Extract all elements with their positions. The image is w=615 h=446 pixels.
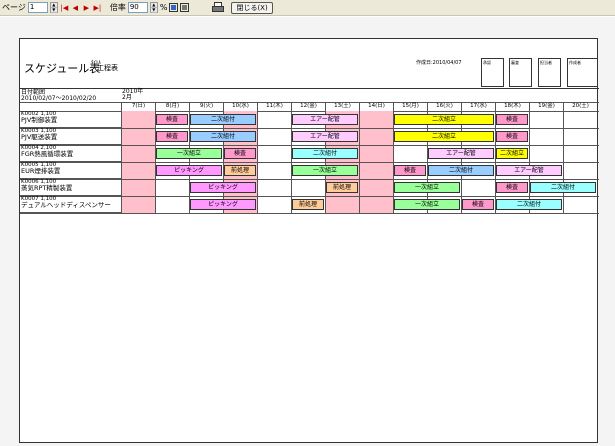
row-label: K0005 1,100 EUR煙排装置 <box>20 162 121 179</box>
item-name: FGR熱風循環装置 <box>21 150 74 158</box>
day-header: 18(木) <box>495 102 529 110</box>
task-bar[interactable]: 二次組付 <box>428 165 494 176</box>
task-bar[interactable]: 一次組立 <box>394 199 460 210</box>
day-header: 8(月) <box>155 102 189 110</box>
task-bar[interactable]: 二次組立 <box>394 131 494 142</box>
task-bar[interactable]: 検査 <box>496 182 528 193</box>
preview-area: スケジュール表 ﾀｲﾄﾙ 工程表 作成日:2010/04/07 承認 審査 担当… <box>0 17 615 446</box>
day-header: 15(月) <box>393 102 427 110</box>
first-page-icon[interactable]: |◀ <box>60 2 69 13</box>
page-label: ページ <box>2 2 26 12</box>
item-name: EUR煙排装置 <box>21 167 61 175</box>
task-bar[interactable]: 一次組立 <box>394 182 460 193</box>
zoom-spinner[interactable]: ▲ ▼ <box>149 2 158 13</box>
task-bar[interactable]: ピッキング <box>156 165 222 176</box>
row-label: K0007 1,100 デュアルヘッドディスペンサー <box>20 196 121 213</box>
stamp-box: 作成者 <box>567 58 598 87</box>
task-bar[interactable]: エアー配管 <box>496 165 562 176</box>
day-header: 16(火) <box>427 102 461 110</box>
task-bar[interactable]: エアー配管 <box>428 148 494 159</box>
task-bar[interactable]: 検査 <box>156 131 188 142</box>
task-bar[interactable]: 二次組付 <box>190 131 256 142</box>
report-title: スケジュール表 <box>24 62 101 75</box>
created-date: 作成日:2010/04/07 <box>416 60 462 66</box>
report-page: スケジュール表 ﾀｲﾄﾙ 工程表 作成日:2010/04/07 承認 審査 担当… <box>19 38 599 443</box>
task-bar[interactable]: 二次組付 <box>190 114 256 125</box>
task-bar[interactable]: ピッキング <box>190 199 256 210</box>
prev-page-icon[interactable]: ◀ <box>71 2 80 13</box>
row-label: K0003 1,100 PJV駆送装置 <box>20 128 121 145</box>
stamp-box: 審査 <box>509 58 532 87</box>
day-header: 19(金) <box>529 102 563 110</box>
day-header: 9(火) <box>189 102 223 110</box>
day-header: 10(水) <box>223 102 257 110</box>
task-bar[interactable]: エアー配管 <box>292 114 358 125</box>
day-header: 12(金) <box>291 102 325 110</box>
task-bar[interactable]: 前処理 <box>292 199 324 210</box>
day-header: 7(日) <box>121 102 155 110</box>
task-bar[interactable]: 検査 <box>224 148 256 159</box>
page-spinner[interactable]: ▲ ▼ <box>49 2 58 13</box>
task-bar[interactable]: 前処理 <box>224 165 256 176</box>
zoom-input[interactable]: 90 <box>127 2 148 13</box>
toolbar: ページ 1 ▲ ▼ |◀ ◀ ▶ ▶| 倍率 90 ▲ ▼ % 閉じる(X) <box>0 0 615 16</box>
task-bar[interactable]: 検査 <box>156 114 188 125</box>
day-header: 20(土) <box>563 102 597 110</box>
stamp-box: 承認 <box>481 58 504 87</box>
task-bar[interactable]: 二次組付 <box>496 199 562 210</box>
row-label: K0006 1,100 蒸気RPT精製装置 <box>20 179 121 196</box>
zoom-unit: % <box>159 2 168 12</box>
day-header: 17(水) <box>461 102 495 110</box>
day-header: 11(木) <box>257 102 291 110</box>
printer-icon[interactable] <box>211 2 225 13</box>
task-bar[interactable]: ピッキング <box>190 182 256 193</box>
month-label: 2月 <box>122 94 132 101</box>
task-bar[interactable]: 検査 <box>496 114 528 125</box>
zoom-label: 倍率 <box>109 2 126 12</box>
schedule-grid: 日付範囲 2010/02/07～2010/02/20 2010年 2月 7(日)… <box>20 88 599 214</box>
item-name: デュアルヘッドディスペンサー <box>21 201 111 209</box>
page-input[interactable]: 1 <box>27 2 48 13</box>
task-bar[interactable]: エアー配管 <box>292 131 358 142</box>
item-name: PJV制御装置 <box>21 116 58 124</box>
task-bar[interactable]: 二次組付 <box>530 182 596 193</box>
day-header: 13(土) <box>325 102 359 110</box>
period-value: 2010/02/07～2010/02/20 <box>21 95 97 102</box>
fit-width-icon[interactable] <box>180 3 190 12</box>
task-bar[interactable]: 検査 <box>394 165 426 176</box>
row-divider <box>20 213 599 214</box>
close-button[interactable]: 閉じる(X) <box>231 1 273 14</box>
task-bar[interactable]: 検査 <box>462 199 494 210</box>
task-bar[interactable]: 検査 <box>496 131 528 142</box>
fit-page-icon[interactable] <box>169 3 179 12</box>
next-page-icon[interactable]: ▶ <box>82 2 91 13</box>
task-bar[interactable]: 一次組立 <box>292 165 358 176</box>
report-subtitle: 工程表 <box>97 64 118 72</box>
task-bar[interactable]: 二次組付 <box>292 148 358 159</box>
task-bar[interactable]: 前処理 <box>326 182 358 193</box>
task-bar[interactable]: 二次組立 <box>394 114 494 125</box>
last-page-icon[interactable]: ▶| <box>93 2 102 13</box>
row-label: K0004 2,100 FGR熱風循環装置 <box>20 145 121 162</box>
stamp-box: 担当者 <box>538 58 561 87</box>
task-bar[interactable]: 一次組立 <box>156 148 222 159</box>
item-name: PJV駆送装置 <box>21 133 58 141</box>
row-label: K0002 1,100 PJV制御装置 <box>20 111 121 128</box>
item-name: 蒸気RPT精製装置 <box>21 184 73 192</box>
day-header: 14(日) <box>359 102 393 110</box>
task-bar[interactable]: 二次組立 <box>496 148 528 159</box>
